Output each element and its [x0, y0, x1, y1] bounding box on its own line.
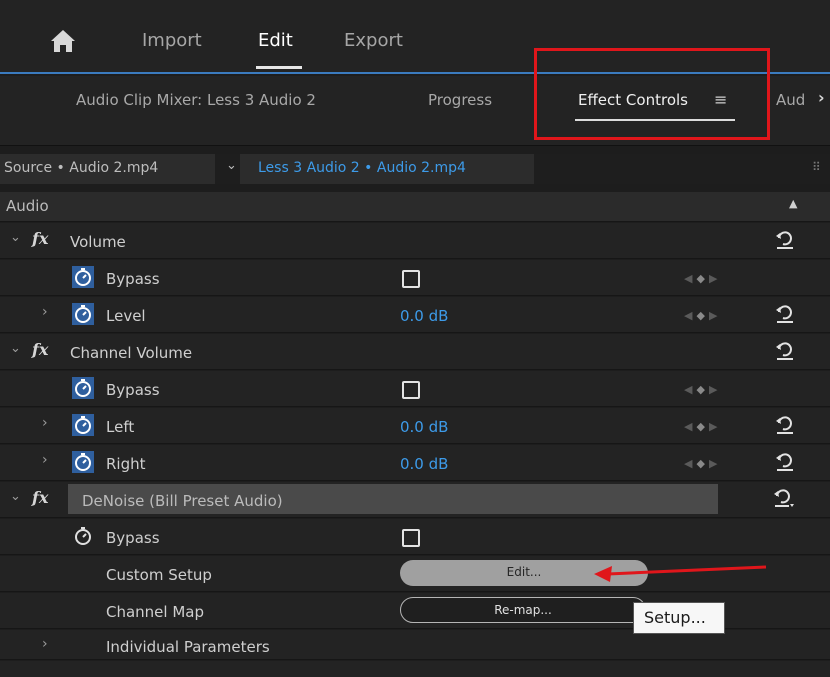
param-label-right: Right: [106, 455, 146, 473]
audio-section-label: Audio: [6, 197, 49, 215]
right-value[interactable]: 0.0 dB: [400, 455, 448, 473]
reset-with-menu-icon[interactable]: [772, 487, 794, 509]
scroll-up-icon[interactable]: ▲: [789, 197, 797, 210]
fx-icon[interactable]: fx: [32, 229, 48, 248]
sequence-clip-label: Less 3 Audio 2 • Audio 2.mp4: [258, 160, 466, 176]
home-icon[interactable]: [50, 28, 76, 54]
tab-audio-clip-mixer[interactable]: Audio Clip Mixer: Less 3 Audio 2: [76, 91, 316, 109]
fx-icon[interactable]: fx: [32, 488, 48, 507]
param-label-level: Level: [106, 307, 146, 325]
param-label-individual-parameters: Individual Parameters: [106, 638, 270, 656]
source-clip-label: Source • Audio 2.mp4: [4, 160, 159, 176]
keyframe-navigator[interactable]: ◀◆▶: [684, 420, 721, 433]
bypass-checkbox[interactable]: [402, 529, 420, 547]
tab-audio-truncated[interactable]: Aud: [776, 91, 805, 109]
collapse-chevron-icon[interactable]: ⌄: [10, 341, 21, 356]
remap-button[interactable]: Re-map...: [400, 597, 646, 623]
left-value[interactable]: 0.0 dB: [400, 418, 448, 436]
reset-icon[interactable]: [774, 303, 796, 325]
keyframe-navigator[interactable]: ◀◆▶: [684, 309, 721, 322]
stopwatch-icon[interactable]: [72, 303, 94, 325]
nav-export[interactable]: Export: [344, 30, 403, 51]
expand-chevron-icon[interactable]: ›: [42, 452, 48, 468]
expand-chevron-icon[interactable]: ›: [42, 636, 48, 652]
stopwatch-icon[interactable]: [72, 414, 94, 436]
stopwatch-icon[interactable]: [72, 266, 94, 288]
keyframe-navigator[interactable]: ◀◆▶: [684, 272, 721, 285]
annotation-arrow: [594, 565, 767, 582]
nav-active-indicator: [256, 66, 302, 69]
effect-name-denoise: DeNoise (Bill Preset Audio): [82, 492, 283, 510]
collapse-chevron-icon[interactable]: ⌄: [10, 230, 21, 245]
level-value[interactable]: 0.0 dB: [400, 307, 448, 325]
param-label-bypass: Bypass: [106, 270, 160, 288]
bypass-checkbox[interactable]: [402, 270, 420, 288]
expand-chevron-icon[interactable]: ›: [42, 415, 48, 431]
param-label-bypass: Bypass: [106, 381, 160, 399]
reset-icon[interactable]: [774, 451, 796, 473]
param-label-custom-setup: Custom Setup: [106, 566, 212, 584]
param-label-bypass: Bypass: [106, 529, 160, 547]
nav-edit[interactable]: Edit: [258, 30, 293, 51]
tab-overflow-chevron-icon[interactable]: ›: [818, 88, 825, 107]
stopwatch-icon[interactable]: [72, 377, 94, 399]
keyframe-navigator[interactable]: ◀◆▶: [684, 457, 721, 470]
nav-import[interactable]: Import: [142, 30, 202, 51]
reset-icon[interactable]: [774, 414, 796, 436]
reset-icon[interactable]: [774, 340, 796, 362]
effect-name-volume: Volume: [70, 233, 126, 251]
stopwatch-icon[interactable]: [72, 525, 94, 547]
bypass-checkbox[interactable]: [402, 381, 420, 399]
expand-chevron-icon[interactable]: ›: [42, 304, 48, 320]
reset-icon[interactable]: [774, 229, 796, 251]
tooltip: Setup...: [633, 602, 725, 634]
tab-progress[interactable]: Progress: [428, 91, 492, 109]
collapse-chevron-icon[interactable]: ⌄: [10, 489, 21, 504]
annotation-highlight-box: [534, 48, 770, 140]
panel-footer: [0, 661, 830, 677]
stopwatch-icon[interactable]: [72, 451, 94, 473]
param-label-left: Left: [106, 418, 135, 436]
param-label-channel-map: Channel Map: [106, 603, 205, 621]
source-dropdown-chevron-icon[interactable]: ⌄: [226, 158, 237, 173]
effect-name-channel-volume: Channel Volume: [70, 344, 193, 362]
keyframe-navigator[interactable]: ◀◆▶: [684, 383, 721, 396]
fx-icon[interactable]: fx: [32, 340, 48, 359]
audio-section-header: [0, 192, 830, 222]
panel-grip-icon[interactable]: ⠿: [812, 160, 821, 174]
